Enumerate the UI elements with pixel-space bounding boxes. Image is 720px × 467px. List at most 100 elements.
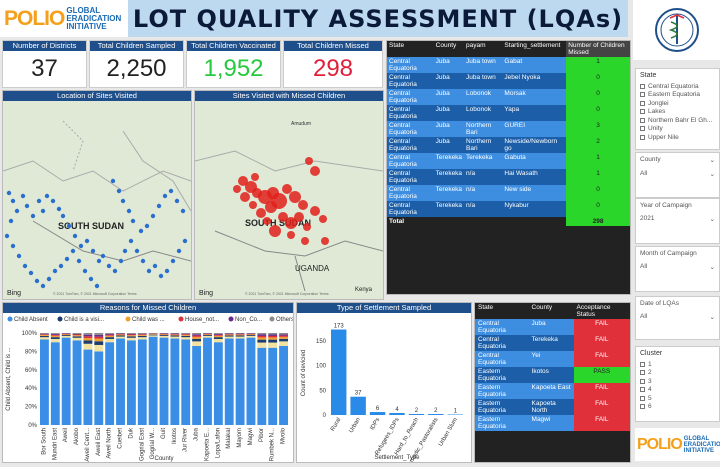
reason-bar-segment[interactable] xyxy=(149,334,158,335)
site-marker[interactable] xyxy=(7,191,11,195)
site-marker[interactable] xyxy=(183,239,187,243)
reason-bar-segment[interactable] xyxy=(94,335,103,337)
reason-bar-segment[interactable] xyxy=(236,333,245,334)
reason-bar-segment[interactable] xyxy=(192,337,201,339)
reason-bar-segment[interactable] xyxy=(105,333,114,334)
reason-bar-segment[interactable] xyxy=(138,334,147,335)
site-marker[interactable] xyxy=(31,214,35,218)
child-absent-bar[interactable] xyxy=(257,348,266,425)
reason-bar-segment[interactable] xyxy=(127,333,136,334)
county-slicer[interactable]: County⌄ All⌄ xyxy=(635,152,720,198)
child-absent-bar[interactable] xyxy=(40,339,49,425)
site-marker[interactable] xyxy=(29,271,33,275)
reason-bar-segment[interactable] xyxy=(40,335,49,336)
reason-bar-segment[interactable] xyxy=(127,335,136,336)
site-marker[interactable] xyxy=(15,209,19,213)
site-marker[interactable] xyxy=(151,214,155,218)
col-header-status[interactable]: Acceptance Status xyxy=(574,303,630,319)
site-marker[interactable] xyxy=(139,229,143,233)
table-row[interactable]: Central EquatoriaJubaJuba townJebel Nyok… xyxy=(387,73,630,89)
reason-bar-segment[interactable] xyxy=(279,339,288,342)
site-marker[interactable] xyxy=(119,259,123,263)
reason-bar-segment[interactable] xyxy=(94,337,103,339)
missed-site-marker[interactable] xyxy=(282,184,292,194)
child-absent-bar[interactable] xyxy=(138,339,147,425)
reason-bar-segment[interactable] xyxy=(40,337,49,339)
checkbox-icon[interactable] xyxy=(640,109,645,114)
checkbox-icon[interactable] xyxy=(640,387,645,392)
col-header-settlement[interactable]: Starting_settlement xyxy=(502,41,566,57)
site-marker[interactable] xyxy=(73,234,77,238)
site-marker[interactable] xyxy=(127,209,131,213)
reason-bar-segment[interactable] xyxy=(225,334,234,335)
site-marker[interactable] xyxy=(47,277,51,281)
col-header-payam[interactable]: payam xyxy=(464,41,502,57)
reason-bar-segment[interactable] xyxy=(268,334,277,335)
site-marker[interactable] xyxy=(141,259,145,263)
reason-bar-segment[interactable] xyxy=(51,333,60,334)
missed-sites-map[interactable]: Amudum SOUTH SUDAN UGANDA Kenya Bing © 2… xyxy=(195,101,383,299)
reason-bar-segment[interactable] xyxy=(51,339,60,342)
year-slicer[interactable]: Year of Campaign 2021⌄ xyxy=(635,198,720,244)
reason-bar-segment[interactable] xyxy=(73,334,82,335)
site-marker[interactable] xyxy=(21,194,25,198)
col-header-state[interactable]: State xyxy=(387,41,434,57)
col-header-state[interactable]: State xyxy=(475,303,529,319)
site-marker[interactable] xyxy=(147,269,151,273)
cluster-option[interactable]: 6 xyxy=(636,403,719,412)
reason-bar-segment[interactable] xyxy=(225,333,234,334)
site-marker[interactable] xyxy=(25,204,29,208)
checkbox-icon[interactable] xyxy=(640,101,645,106)
reason-bar-segment[interactable] xyxy=(94,345,103,351)
reason-bar-segment[interactable] xyxy=(83,338,92,340)
child-absent-bar[interactable] xyxy=(62,338,71,425)
reason-bar-segment[interactable] xyxy=(105,337,114,339)
site-marker[interactable] xyxy=(65,257,69,261)
cluster-option[interactable]: 1 xyxy=(636,360,719,369)
site-marker[interactable] xyxy=(171,259,175,263)
reason-bar-segment[interactable] xyxy=(236,337,245,339)
site-marker[interactable] xyxy=(97,259,101,263)
missed-site-marker[interactable] xyxy=(256,208,266,218)
reason-bar-segment[interactable] xyxy=(51,335,60,336)
settlement-bar[interactable] xyxy=(409,414,424,415)
table-row[interactable]: Central EquatoriaJubaLobonokMorsak0 xyxy=(387,89,630,105)
reason-bar-segment[interactable] xyxy=(225,335,234,336)
child-absent-bar[interactable] xyxy=(225,339,234,425)
site-marker[interactable] xyxy=(129,239,133,243)
site-marker[interactable] xyxy=(131,219,135,223)
child-absent-bar[interactable] xyxy=(116,339,125,425)
reason-bar-segment[interactable] xyxy=(268,337,277,339)
reason-bar-segment[interactable] xyxy=(40,336,49,337)
site-marker[interactable] xyxy=(169,189,173,193)
site-marker[interactable] xyxy=(181,209,185,213)
reason-bar-segment[interactable] xyxy=(138,335,147,336)
reason-bar-segment[interactable] xyxy=(214,333,223,334)
missed-site-marker[interactable] xyxy=(265,201,277,213)
reason-bar-segment[interactable] xyxy=(73,334,82,335)
child-absent-bar[interactable] xyxy=(203,338,212,425)
reason-bar-segment[interactable] xyxy=(203,336,212,338)
site-marker[interactable] xyxy=(159,274,163,278)
child-absent-bar[interactable] xyxy=(83,350,92,425)
reason-bar-segment[interactable] xyxy=(105,339,114,342)
reason-bar-segment[interactable] xyxy=(116,334,125,335)
reason-bar-segment[interactable] xyxy=(116,337,125,339)
child-absent-bar[interactable] xyxy=(149,337,158,425)
reason-bar-segment[interactable] xyxy=(170,335,179,336)
reason-bar-segment[interactable] xyxy=(181,335,190,336)
checkbox-icon[interactable] xyxy=(640,404,645,409)
col-header-county[interactable]: County xyxy=(529,303,574,319)
site-marker[interactable] xyxy=(53,269,57,273)
reason-bar-segment[interactable] xyxy=(203,335,212,336)
reason-bar-segment[interactable] xyxy=(105,336,114,337)
site-marker[interactable] xyxy=(163,194,167,198)
reason-bar-segment[interactable] xyxy=(279,341,288,346)
reason-bar-segment[interactable] xyxy=(279,336,288,337)
child-absent-bar[interactable] xyxy=(127,340,136,425)
child-absent-bar[interactable] xyxy=(160,338,169,425)
state-option[interactable]: Eastern Equatoria xyxy=(636,91,719,100)
site-marker[interactable] xyxy=(175,199,179,203)
reason-bar-segment[interactable] xyxy=(149,335,158,336)
table-row[interactable]: Central EquatoriaJubaLobonokYapa0 xyxy=(387,105,630,121)
